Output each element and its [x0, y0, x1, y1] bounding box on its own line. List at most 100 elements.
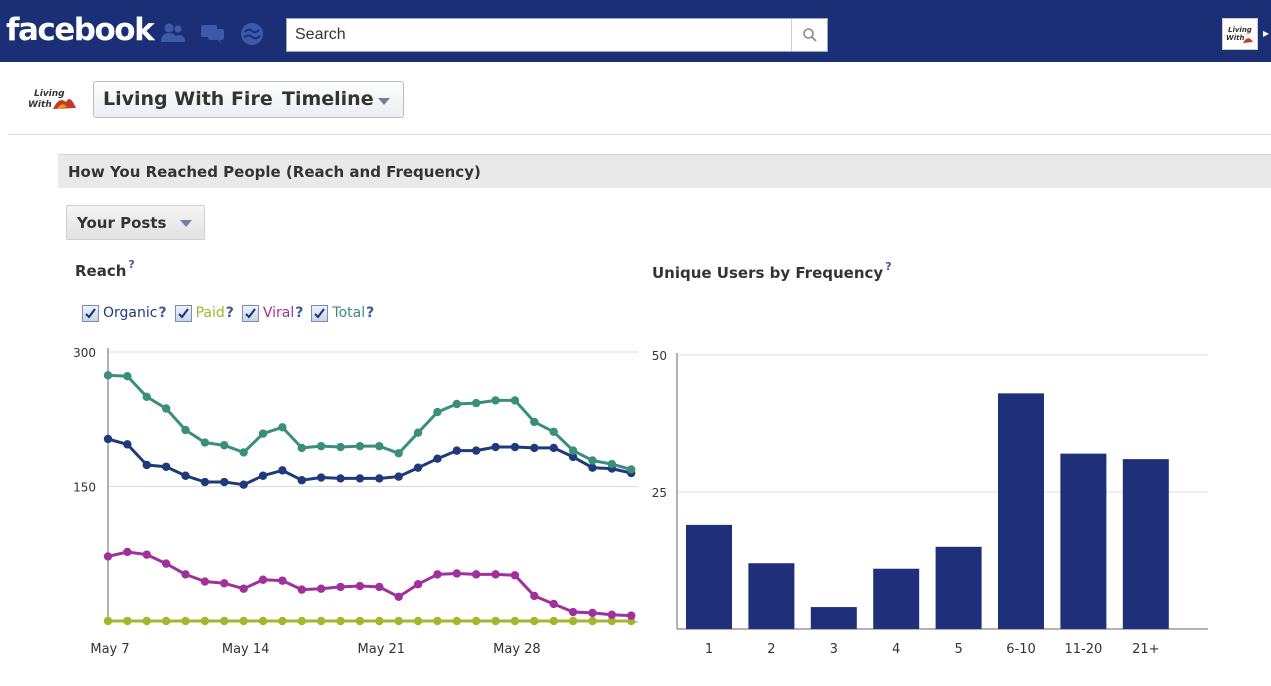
data-point-viral	[491, 570, 500, 579]
reach-x-tick-label: May 28	[493, 642, 541, 657]
reach-x-tick-label: May 14	[222, 642, 270, 657]
data-point-organic	[239, 480, 248, 489]
data-point-viral	[161, 559, 171, 568]
data-point-total	[258, 429, 268, 438]
data-point-paid	[471, 616, 481, 626]
data-point-total	[181, 425, 190, 435]
data-point-viral	[316, 584, 326, 593]
data-point-total	[549, 427, 558, 437]
data-point-organic	[258, 471, 268, 480]
data-point-viral	[394, 592, 403, 601]
data-point-total	[375, 441, 384, 451]
data-point-paid	[452, 616, 462, 626]
data-point-viral	[258, 575, 268, 584]
data-point-paid	[413, 616, 423, 626]
data-point-paid	[491, 616, 500, 626]
data-point-paid	[355, 616, 365, 626]
data-point-paid	[103, 616, 113, 626]
data-point-organic	[161, 462, 171, 471]
data-point-viral	[123, 547, 132, 557]
data-point-total	[355, 441, 365, 451]
data-point-viral	[510, 571, 520, 580]
data-point-viral	[181, 570, 190, 579]
data-point-total	[471, 398, 481, 408]
data-point-organic	[394, 472, 403, 481]
data-point-viral	[413, 580, 423, 589]
data-point-total	[123, 372, 132, 381]
data-point-paid	[375, 616, 384, 626]
data-point-organic	[530, 443, 539, 453]
data-point-organic	[200, 477, 210, 487]
data-point-total	[568, 446, 578, 455]
data-point-viral	[471, 570, 481, 579]
data-point-viral	[142, 550, 151, 559]
data-point-total	[220, 441, 229, 450]
data-point-paid	[181, 616, 190, 626]
data-point-viral	[375, 582, 384, 592]
data-point-total	[297, 443, 306, 453]
data-point-paid	[200, 616, 210, 626]
data-point-total	[278, 423, 287, 432]
data-point-total	[627, 465, 636, 474]
data-point-paid	[316, 616, 326, 626]
data-point-paid	[220, 616, 229, 626]
data-point-paid	[239, 616, 248, 626]
data-point-paid	[297, 616, 306, 626]
data-point-viral	[549, 599, 558, 609]
data-point-viral	[452, 569, 462, 578]
data-point-viral	[607, 610, 617, 619]
data-point-organic	[336, 474, 345, 483]
reach-y-tick-label: 300	[73, 346, 96, 360]
data-point-total	[394, 449, 403, 458]
reach-y-tick-label: 150	[73, 481, 96, 495]
data-point-organic	[355, 474, 365, 483]
reach-x-tick-label: May 21	[358, 642, 406, 657]
data-point-organic	[471, 446, 481, 455]
data-point-total	[433, 407, 442, 417]
data-point-viral	[588, 608, 597, 618]
data-point-organic	[297, 476, 306, 485]
data-point-organic	[278, 466, 287, 475]
data-point-organic	[181, 471, 190, 480]
data-point-paid	[510, 616, 520, 626]
data-point-paid	[549, 616, 558, 626]
data-point-organic	[549, 443, 558, 453]
data-point-paid	[161, 616, 171, 626]
data-point-organic	[413, 463, 423, 472]
data-point-total	[530, 417, 539, 427]
data-point-viral	[433, 570, 442, 579]
data-point-viral	[239, 584, 248, 593]
data-point-total	[239, 448, 248, 457]
data-point-viral	[627, 611, 636, 620]
data-point-organic	[103, 434, 113, 444]
data-point-organic	[316, 473, 326, 482]
data-point-total	[510, 396, 520, 405]
data-point-organic	[375, 474, 384, 483]
data-point-total	[103, 371, 113, 380]
data-point-viral	[103, 552, 113, 561]
data-point-total	[142, 392, 151, 402]
data-point-organic	[142, 460, 151, 470]
data-point-viral	[220, 579, 229, 588]
data-point-viral	[355, 581, 365, 591]
data-point-organic	[588, 463, 597, 472]
data-point-paid	[142, 616, 151, 626]
data-point-paid	[433, 616, 442, 626]
data-point-paid	[336, 616, 345, 626]
data-point-viral	[278, 576, 287, 585]
data-point-organic	[123, 440, 132, 449]
data-point-organic	[491, 442, 500, 452]
data-point-viral	[336, 582, 345, 592]
data-point-total	[200, 438, 210, 447]
data-point-total	[607, 459, 617, 469]
data-point-viral	[568, 607, 578, 617]
data-point-organic	[510, 442, 520, 452]
data-point-total	[452, 399, 462, 409]
data-point-paid	[258, 616, 268, 626]
data-point-total	[336, 442, 345, 452]
data-point-paid	[530, 616, 539, 626]
data-point-paid	[123, 616, 132, 626]
data-point-paid	[278, 616, 287, 626]
data-point-total	[161, 404, 171, 413]
data-point-total	[316, 441, 326, 451]
